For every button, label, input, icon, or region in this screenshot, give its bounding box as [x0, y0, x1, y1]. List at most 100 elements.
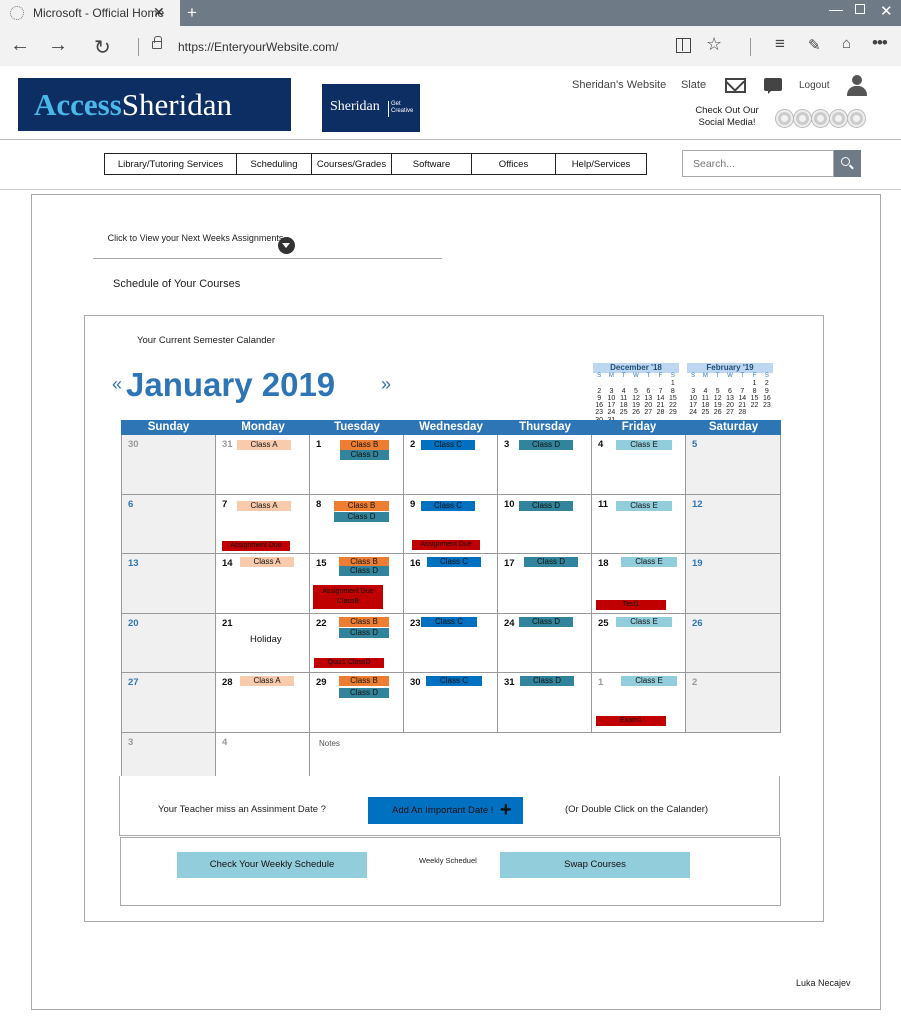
mini-day[interactable]: 18: [618, 402, 630, 409]
mini-day[interactable]: 26: [630, 409, 642, 416]
mini-day[interactable]: 22: [667, 402, 679, 409]
mini-day[interactable]: 16: [761, 395, 773, 402]
event-class-c[interactable]: Class C: [421, 500, 475, 511]
event-class-e[interactable]: Class E: [616, 616, 672, 627]
mini-day[interactable]: 9: [593, 395, 605, 402]
nav-scheduling[interactable]: Scheduling: [237, 154, 312, 174]
calendar-day[interactable]: 1 Class E Exam1: [592, 673, 686, 733]
calendar-day[interactable]: 5: [686, 435, 781, 495]
chevron-down-icon[interactable]: [278, 237, 295, 254]
calendar-day[interactable]: 16 Class C: [404, 554, 498, 614]
calendar-day[interactable]: 12: [686, 494, 781, 554]
mini-day[interactable]: 10: [687, 395, 699, 402]
sheridan-website-link[interactable]: Sheridan's Website: [572, 79, 666, 91]
calendar-day[interactable]: 3: [121, 732, 216, 776]
event-class-c[interactable]: Class C: [426, 676, 482, 686]
mini-day[interactable]: 21: [736, 402, 748, 409]
mini-day[interactable]: 11: [618, 395, 630, 402]
mini-day[interactable]: 28: [736, 409, 748, 416]
calendar-day[interactable]: 21 Holiday: [216, 613, 310, 673]
nav-help-services[interactable]: Help/Services: [556, 154, 646, 174]
mini-day[interactable]: 27: [724, 409, 736, 416]
mini-day[interactable]: 29: [667, 409, 679, 416]
mini-day[interactable]: 4: [618, 388, 630, 395]
calendar-day[interactable]: 9 Class C Assignment Due: [404, 494, 498, 554]
url-field[interactable]: https://EnteryourWebsite.com/: [178, 40, 339, 54]
social-icon[interactable]: [848, 110, 865, 127]
event-class-e[interactable]: Class E: [616, 500, 672, 511]
mini-day[interactable]: 11: [699, 395, 711, 402]
mini-day[interactable]: 1: [667, 380, 679, 387]
calendar-day[interactable]: 27: [121, 673, 216, 733]
event-class-d[interactable]: Class D: [339, 627, 389, 638]
calendar-day[interactable]: 23 Class C: [404, 613, 498, 673]
event-class-b[interactable]: Class B: [340, 440, 389, 450]
event-class-a[interactable]: Class A: [240, 557, 294, 567]
nav-software[interactable]: Software: [392, 154, 472, 174]
calendar-day[interactable]: 8 Class B Class D: [310, 494, 404, 554]
mini-day[interactable]: 20: [724, 402, 736, 409]
mini-day[interactable]: 28: [654, 409, 666, 416]
minimize-icon[interactable]: —: [829, 1, 843, 17]
mini-day[interactable]: 15: [667, 395, 679, 402]
calendar-day[interactable]: 20: [121, 613, 216, 673]
event-class-d[interactable]: Class D: [520, 676, 574, 686]
calendar-day[interactable]: 31 Class A: [216, 435, 310, 495]
nav-library-tutoring[interactable]: Library/Tutoring Services: [105, 154, 237, 174]
web-note-icon[interactable]: ✎: [808, 36, 821, 54]
maximize-icon[interactable]: [855, 4, 865, 14]
refresh-icon[interactable]: ↻: [94, 35, 111, 60]
mini-day[interactable]: 3: [605, 388, 617, 395]
mini-day[interactable]: 12: [630, 395, 642, 402]
mini-day[interactable]: 14: [736, 395, 748, 402]
mini-calendar-december[interactable]: December '18 S M T W T F S 1 2 3 4 5 6 7 8 9 10 11 12 13 14 1…: [593, 363, 679, 424]
calendar-day[interactable]: 1 Class B Class D: [310, 435, 404, 495]
event-class-a[interactable]: Class A: [240, 676, 294, 686]
calendar-day[interactable]: 7 Class A Assignment Due: [216, 494, 310, 554]
mini-day[interactable]: 13: [724, 395, 736, 402]
event-class-d[interactable]: Class D: [519, 500, 573, 511]
swap-courses-button[interactable]: Swap Courses: [500, 852, 690, 878]
mini-day[interactable]: 25: [699, 409, 711, 416]
event-class-e[interactable]: Class E: [621, 557, 677, 567]
calendar-day[interactable]: 4: [216, 732, 310, 776]
calendar-day[interactable]: 11 Class E: [592, 494, 686, 554]
mini-day[interactable]: 3: [687, 388, 699, 395]
event-class-a[interactable]: Class A: [237, 500, 291, 511]
mini-day[interactable]: 2: [593, 388, 605, 395]
mini-day[interactable]: 8: [667, 388, 679, 395]
share-icon[interactable]: ⌂: [842, 35, 851, 52]
event-class-d[interactable]: Class D: [340, 450, 389, 460]
slate-link[interactable]: Slate: [681, 79, 706, 91]
event-class-c[interactable]: Class C: [421, 616, 477, 627]
calendar-day[interactable]: 30 Class C: [404, 673, 498, 733]
notes-area[interactable]: Notes: [310, 732, 781, 776]
mini-day[interactable]: 16: [593, 402, 605, 409]
mini-day[interactable]: 19: [712, 402, 724, 409]
mini-day[interactable]: 26: [712, 409, 724, 416]
mini-day[interactable]: 1: [748, 380, 760, 387]
mini-day[interactable]: 22: [748, 402, 760, 409]
calendar-day[interactable]: 31 Class D: [498, 673, 592, 733]
mini-day[interactable]: 24: [605, 409, 617, 416]
event-class-d[interactable]: Class D: [339, 566, 389, 576]
event-class-d[interactable]: Class D: [524, 557, 578, 567]
forward-icon[interactable]: →: [48, 34, 68, 57]
mini-day[interactable]: 7: [736, 388, 748, 395]
mini-day[interactable]: 8: [748, 388, 760, 395]
mini-day[interactable]: 15: [748, 395, 760, 402]
mini-day[interactable]: 24: [687, 409, 699, 416]
mini-day[interactable]: 23: [761, 402, 773, 409]
calendar-day[interactable]: 22 Class B Class D Quiz1 ClassD: [310, 613, 404, 673]
event-class-d[interactable]: Class D: [334, 511, 389, 522]
calendar-day[interactable]: 28 Class A: [216, 673, 310, 733]
calendar-day[interactable]: 2 Class C: [404, 435, 498, 495]
event-class-e[interactable]: Class E: [616, 440, 672, 450]
mini-day[interactable]: 6: [642, 388, 654, 395]
tab-close-icon[interactable]: ✕: [153, 4, 165, 21]
window-close-icon[interactable]: ✕: [880, 2, 893, 20]
mini-day[interactable]: 14: [654, 395, 666, 402]
logout-link[interactable]: Logout: [799, 80, 830, 91]
mini-day[interactable]: 5: [712, 388, 724, 395]
mini-day[interactable]: 19: [630, 402, 642, 409]
